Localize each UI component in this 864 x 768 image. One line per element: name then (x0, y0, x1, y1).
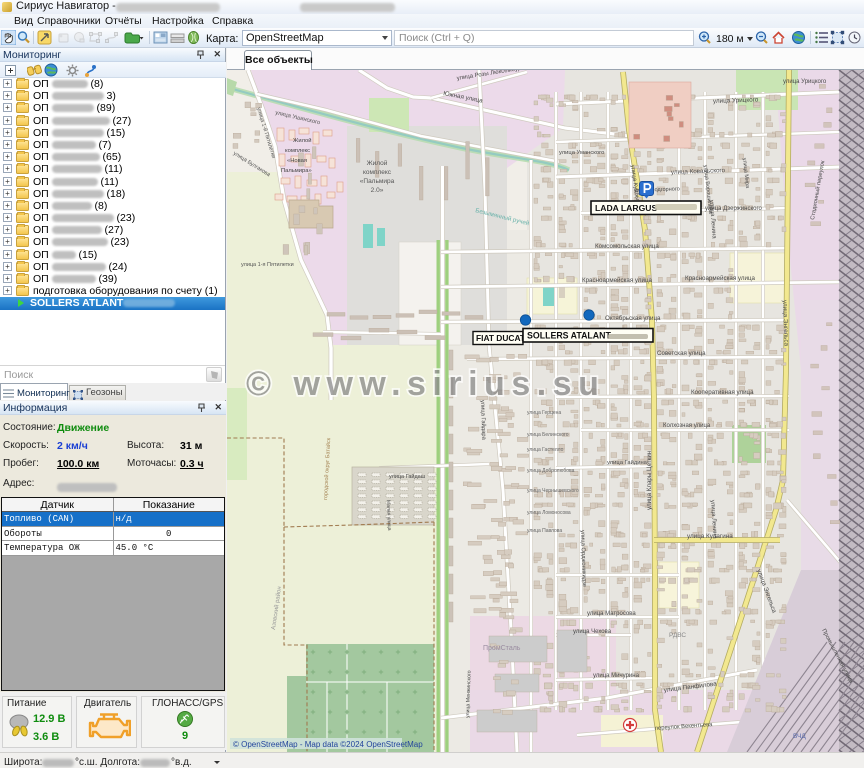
svg-text:Жилой: Жилой (367, 159, 388, 167)
svg-text:«Новая: «Новая (287, 158, 307, 164)
svg-text:FIAT DUCAT: FIAT DUCAT (476, 333, 526, 343)
svg-text:улица Мичурина: улица Мичурина (593, 673, 640, 679)
svg-text:SOLLERS ATALANT: SOLLERS ATALANT (527, 331, 612, 341)
svg-text:улица 1-я Пятилетки: улица 1-я Пятилетки (241, 262, 294, 268)
svg-text:ПромСталь: ПромСталь (483, 645, 521, 652)
svg-text:Красноармейская улица: Красноармейская улица (582, 277, 652, 284)
svg-text:улица Белинского: улица Белинского (527, 432, 569, 438)
svg-text:улица Чернышевского: улица Чернышевского (527, 488, 579, 494)
svg-text:улица Кулагина: улица Кулагина (687, 533, 733, 540)
svg-text:улица Матросова: улица Матросова (587, 611, 636, 617)
svg-text:Пальмира»: Пальмира» (281, 168, 312, 174)
svg-text:улица Уманского: улица Уманского (559, 150, 604, 156)
svg-text:Малая улица: Малая улица (385, 500, 392, 531)
svg-text:улица Гайдара: улица Гайдара (479, 400, 487, 441)
svg-text:улица Добролюбова: улица Добролюбова (527, 468, 575, 474)
svg-text:LADA LARGUS: LADA LARGUS (595, 203, 657, 213)
svg-text:Жилой: Жилой (293, 137, 312, 144)
svg-text:Красноармейская улица: Красноармейская улица (685, 275, 755, 282)
svg-text:улица Ломоносова: улица Ломоносова (527, 510, 571, 516)
svg-text:© OpenStreetMap - Map data ©20: © OpenStreetMap - Map data ©2024 OpenStr… (233, 740, 423, 749)
svg-text:улица Гайдина: улица Гайдина (607, 459, 648, 466)
svg-text:улица Гайдаш: улица Гайдаш (389, 473, 426, 480)
svg-text:улица Урицкого: улица Урицкого (783, 79, 827, 85)
svg-text:2.0»: 2.0» (371, 187, 384, 194)
svg-text:улица Клары Цеткин: улица Клары Цеткин (646, 451, 653, 510)
svg-text:Колхозная улица: Колхозная улица (663, 423, 711, 429)
svg-text:комплекс: комплекс (363, 169, 392, 176)
svg-text:улица Чехова: улица Чехова (573, 629, 612, 635)
svg-text:улица Герцена: улица Герцена (527, 410, 561, 416)
svg-text:Октябрьская улица: Октябрьская улица (605, 315, 661, 322)
svg-text:«Пальмира: «Пальмира (360, 178, 395, 185)
svg-text:Советская улица: Советская улица (657, 350, 706, 357)
svg-text:РДВС: РДВС (669, 632, 686, 639)
svg-text:© www.sirius.su: © www.sirius.su (246, 365, 605, 403)
svg-text:Кооперативная улица: Кооперативная улица (691, 389, 754, 396)
svg-text:улица Павлова: улица Павлова (527, 528, 562, 534)
svg-text:ВЧД: ВЧД (793, 733, 806, 740)
svg-text:Комсомольская улица: Комсомольская улица (595, 243, 659, 250)
svg-text:комплекс: комплекс (285, 148, 310, 154)
svg-text:улица Гастелло: улица Гастелло (527, 447, 564, 453)
